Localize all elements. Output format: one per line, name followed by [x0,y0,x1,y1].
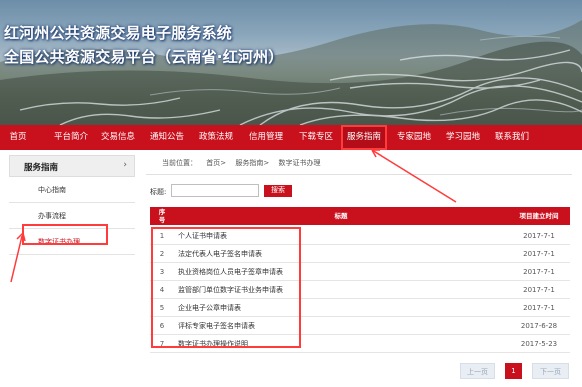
site-subtitle: 全国公共资源交易平台（云南省·红河州） [4,48,284,66]
breadcrumb-section[interactable]: 服务指南> [235,159,269,167]
row-date: 2017-7-1 [523,250,555,258]
site-title: 红河州公共资源交易电子服务系统 [4,24,233,42]
breadcrumb-current: 数字证书办理 [278,159,321,167]
search-button[interactable]: 搜索 [264,185,292,197]
nav-item-service-guide[interactable]: 服务指南 [341,125,387,150]
row-date: 2017-7-1 [523,304,555,312]
sidebar-header[interactable]: 服务指南 › [9,155,135,177]
row-date: 2017-7-1 [523,232,555,240]
current-page-button[interactable]: 1 [505,363,522,379]
nav-item-trade-info[interactable]: 交易信息 [97,125,139,150]
divider [146,174,572,175]
annotation-arrow-nav [371,149,457,203]
sidebar-title: 服务指南 [24,163,59,173]
nav-item-contact[interactable]: 联系我们 [490,125,534,150]
nav-item-learning[interactable]: 学习园地 [441,125,485,150]
breadcrumb: 当前位置： 首页> 服务指南> 数字证书办理 [162,158,327,168]
main-nav: 首页 平台简介 交易信息 通知公告 政策法规 信用管理 下载专区 服务指南 专家… [0,125,582,150]
row-date: 2017-6-28 [520,322,558,330]
column-header-title: 标题 [334,212,348,220]
column-header-no: 序 号 [158,208,166,224]
sidebar-item-center-guide[interactable]: 中心指南 [9,177,135,203]
next-page-button[interactable]: 下一页 [532,363,569,379]
nav-item-policies[interactable]: 政策法规 [194,125,238,150]
table-header: 序 号 标题 项目建立时间 [150,207,570,225]
column-header-date: 项目建立时间 [519,212,559,220]
nav-item-experts[interactable]: 专家园地 [392,125,436,150]
nav-item-notices[interactable]: 通知公告 [145,125,189,150]
search-input[interactable] [171,184,259,197]
nav-item-home[interactable]: 首页 [0,125,36,150]
row-date: 2017-5-23 [520,340,558,348]
prev-page-button[interactable]: 上一页 [460,363,495,379]
row-date: 2017-7-1 [523,286,555,294]
row-date: 2017-7-1 [523,268,555,276]
nav-item-about[interactable]: 平台简介 [47,125,95,150]
search-label: 标题: [150,188,167,196]
nav-item-credit[interactable]: 信用管理 [244,125,288,150]
breadcrumb-prefix: 当前位置： [162,159,197,167]
breadcrumb-home[interactable]: 首页> [206,159,226,167]
annotation-box-rows [151,227,301,348]
nav-item-downloads[interactable]: 下载专区 [294,125,338,150]
arrowhead-icon [371,149,380,158]
chevron-right-icon: › [123,160,127,170]
header-banner: 红河州公共资源交易电子服务系统 全国公共资源交易平台（云南省·红河州） [0,0,582,125]
annotation-box-sidebar [22,224,108,245]
